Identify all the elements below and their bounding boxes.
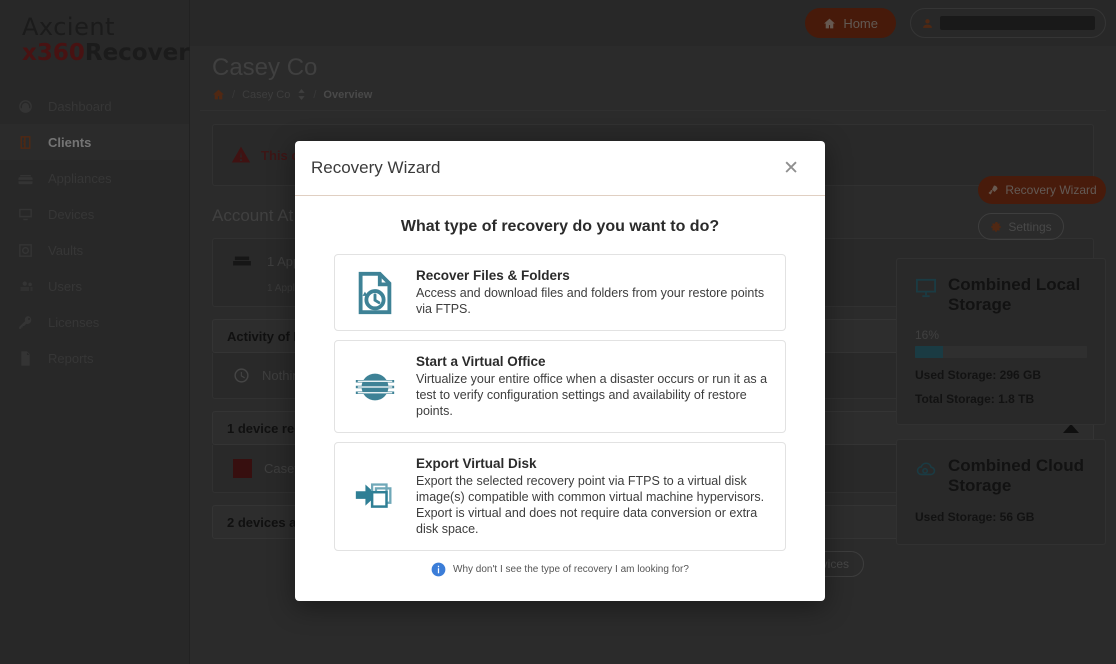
option-recover-files-folders[interactable]: Recover Files & Folders Access and downl… [334, 254, 786, 331]
modal-question: What type of recovery do you want to do? [400, 218, 720, 235]
option-description: Virtualize your entire office when a dis… [416, 372, 768, 418]
option-description: Access and download files and folders fr… [416, 286, 765, 316]
modal-title: Recovery Wizard [311, 158, 441, 177]
help-link-row[interactable]: Why don't I see the type of recovery I a… [334, 562, 786, 577]
option-heading: Export Virtual Disk [416, 456, 537, 471]
option-description: Export the selected recovery point via F… [416, 474, 765, 536]
app-root: Axcient x360Recover Dashboard Clients Ap… [0, 0, 1116, 664]
recovery-wizard-modal: Recovery Wizard ✕ What type of recovery … [295, 141, 825, 601]
help-link-label: Why don't I see the type of recovery I a… [453, 564, 689, 575]
option-text: Recover Files & Folders Access and downl… [416, 268, 769, 317]
modal-body: What type of recovery do you want to do?… [295, 196, 825, 577]
close-icon[interactable]: ✕ [783, 159, 799, 178]
option-text: Export Virtual Disk Export the selected … [416, 456, 769, 537]
option-export-virtual-disk[interactable]: Export Virtual Disk Export the selected … [334, 442, 786, 551]
export-disk-icon [349, 456, 401, 537]
option-heading: Start a Virtual Office [416, 354, 546, 369]
option-heading: Recover Files & Folders [416, 268, 570, 283]
option-text: Start a Virtual Office Virtualize your e… [416, 354, 769, 419]
file-history-icon [349, 268, 401, 317]
option-start-virtual-office[interactable]: Start a Virtual Office Virtualize your e… [334, 340, 786, 433]
modal-header: Recovery Wizard ✕ [295, 141, 825, 196]
virtual-office-icon [349, 354, 401, 419]
info-icon [431, 562, 446, 577]
